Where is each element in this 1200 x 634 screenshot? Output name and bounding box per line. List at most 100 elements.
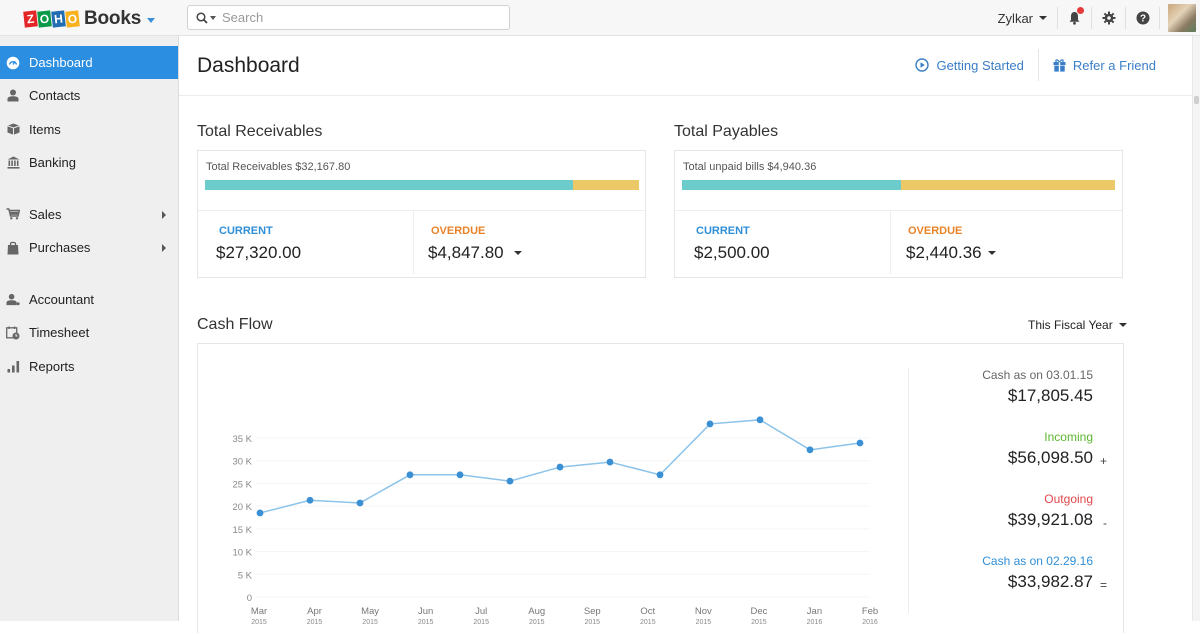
divider xyxy=(908,368,909,613)
search-icon[interactable] xyxy=(196,11,208,24)
overdue-label: OVERDUE xyxy=(431,225,486,237)
data-point xyxy=(506,477,514,485)
sidebar-item-dashboard[interactable]: Dashboard xyxy=(0,46,178,79)
data-point xyxy=(706,420,714,428)
current-amount: $2,500.00 xyxy=(694,243,770,262)
getting-started-link[interactable]: Getting Started xyxy=(901,58,1037,73)
search-box[interactable] xyxy=(187,5,510,30)
gear-icon xyxy=(1102,11,1115,25)
y-tick-label: 25 K xyxy=(232,479,252,490)
chevron-down-icon xyxy=(1039,16,1047,20)
x-tick-year-label: 2015 xyxy=(751,619,767,626)
sidebar-item-sales[interactable]: Sales xyxy=(0,198,178,232)
sidebar-item-label: Dashboard xyxy=(29,55,93,70)
incoming-label: Incoming xyxy=(1044,430,1093,444)
payables-total: Total unpaid bills $4,940.36 xyxy=(683,161,817,173)
x-tick-year-label: 2015 xyxy=(529,619,545,626)
help-icon: ? xyxy=(1136,11,1149,25)
sidebar-item-label: Purchases xyxy=(29,240,91,256)
x-tick-label: Apr xyxy=(307,606,322,617)
y-tick-label: 5 K xyxy=(238,570,253,581)
x-tick-label: Jul xyxy=(475,606,487,617)
chevron-down-icon[interactable] xyxy=(147,17,156,23)
y-tick-label: 30 K xyxy=(232,457,252,468)
app-logo[interactable]: Z O H O Books xyxy=(23,8,156,30)
logo-letter: H xyxy=(51,10,66,28)
dashboard-icon xyxy=(6,56,20,70)
opening-cash: Cash as on 03.01.15 $17,805.45 xyxy=(982,368,1093,406)
x-tick-year-label: 2015 xyxy=(584,619,600,626)
org-switcher[interactable]: Zylkar xyxy=(998,11,1057,26)
getting-started-label: Getting Started xyxy=(936,57,1024,73)
sidebar-item-contacts[interactable]: Contacts xyxy=(0,79,178,113)
y-tick-label: 10 K xyxy=(232,548,252,559)
top-bar: Z O H O Books Zylkar ? xyxy=(0,0,1200,36)
period-dropdown[interactable]: This Fiscal Year xyxy=(1028,318,1127,332)
org-name: Zylkar xyxy=(997,10,1033,26)
x-tick-label: Aug xyxy=(528,606,545,617)
outgoing-cash: Outgoing $39,921.08 - xyxy=(1008,492,1107,530)
data-point xyxy=(856,439,864,447)
sidebar-item-reports[interactable]: Reports xyxy=(0,350,178,384)
current-label: CURRENT xyxy=(696,225,750,237)
main-content: Dashboard Getting Started Refer a Friend… xyxy=(179,36,1192,633)
equals-sign: = xyxy=(1099,578,1107,592)
x-tick-year-label: 2015 xyxy=(473,619,489,626)
current-segment xyxy=(205,180,574,190)
data-point xyxy=(606,458,614,466)
minus-sign: - xyxy=(1103,516,1107,530)
logo-letter: Z xyxy=(23,10,38,28)
current-segment xyxy=(682,180,902,190)
data-point xyxy=(256,509,264,517)
sidebar-item-label: Reports xyxy=(29,358,75,374)
y-tick-label: 0 xyxy=(247,593,252,604)
data-point xyxy=(356,499,364,507)
sidebar-item-banking[interactable]: Banking xyxy=(0,146,178,180)
cashflow-title: Cash Flow xyxy=(197,316,273,333)
cashflow-chart: 0 5 K 10 K 15 K 20 K 25 K 30 K 35 K Mar 2015 Apr 20… xyxy=(232,416,878,626)
accountant-icon xyxy=(6,292,20,306)
sidebar-item-label: Accountant xyxy=(29,291,95,307)
cart-icon xyxy=(6,207,20,221)
svg-text:?: ? xyxy=(1139,14,1145,25)
bank-icon xyxy=(6,156,20,170)
x-tick-label: Dec xyxy=(750,606,767,617)
search-input[interactable] xyxy=(222,10,482,25)
sidebar-item-items[interactable]: Items xyxy=(0,113,178,147)
notifications-button[interactable] xyxy=(1058,0,1091,36)
notification-badge xyxy=(1077,7,1084,14)
x-tick-label: Feb xyxy=(862,606,878,617)
sidebar-item-purchases[interactable]: Purchases xyxy=(0,231,178,265)
sidebar-item-label: Sales xyxy=(29,206,62,222)
gift-icon xyxy=(1053,59,1066,72)
scrollbar-thumb[interactable] xyxy=(1194,96,1199,104)
settings-button[interactable] xyxy=(1092,0,1125,36)
refer-friend-link[interactable]: Refer a Friend xyxy=(1039,58,1170,73)
x-tick-label: Nov xyxy=(695,606,712,617)
sidebar-item-accountant[interactable]: Accountant xyxy=(0,283,178,317)
product-name: Books xyxy=(84,8,142,29)
scrollbar[interactable] xyxy=(1192,36,1200,621)
avatar[interactable] xyxy=(1168,4,1196,32)
x-tick-year-label: 2015 xyxy=(418,619,434,626)
x-tick-year-label: 2015 xyxy=(307,619,323,626)
search-filter-caret-icon[interactable] xyxy=(210,15,216,20)
sidebar-item-label: Items xyxy=(29,121,61,137)
help-button[interactable]: ? xyxy=(1126,0,1159,36)
overdue-dropdown[interactable]: $2,440.36 xyxy=(906,243,996,263)
zoho-logo-icon: Z O H O xyxy=(23,10,80,28)
data-point xyxy=(756,416,764,424)
reports-icon xyxy=(6,359,20,373)
divider xyxy=(413,211,414,274)
x-tick-label: Sep xyxy=(584,606,601,617)
sidebar-item-label: Contacts xyxy=(29,88,81,104)
x-tick-year-label: 2015 xyxy=(640,619,656,626)
data-point xyxy=(456,471,464,479)
sidebar-item-timesheet[interactable]: Timesheet xyxy=(0,316,178,350)
overdue-dropdown[interactable]: $4,847.80 xyxy=(428,243,522,263)
chevron-down-icon xyxy=(1118,323,1127,327)
x-tick-label: Jun xyxy=(418,606,433,617)
page-title: Dashboard xyxy=(197,54,300,77)
